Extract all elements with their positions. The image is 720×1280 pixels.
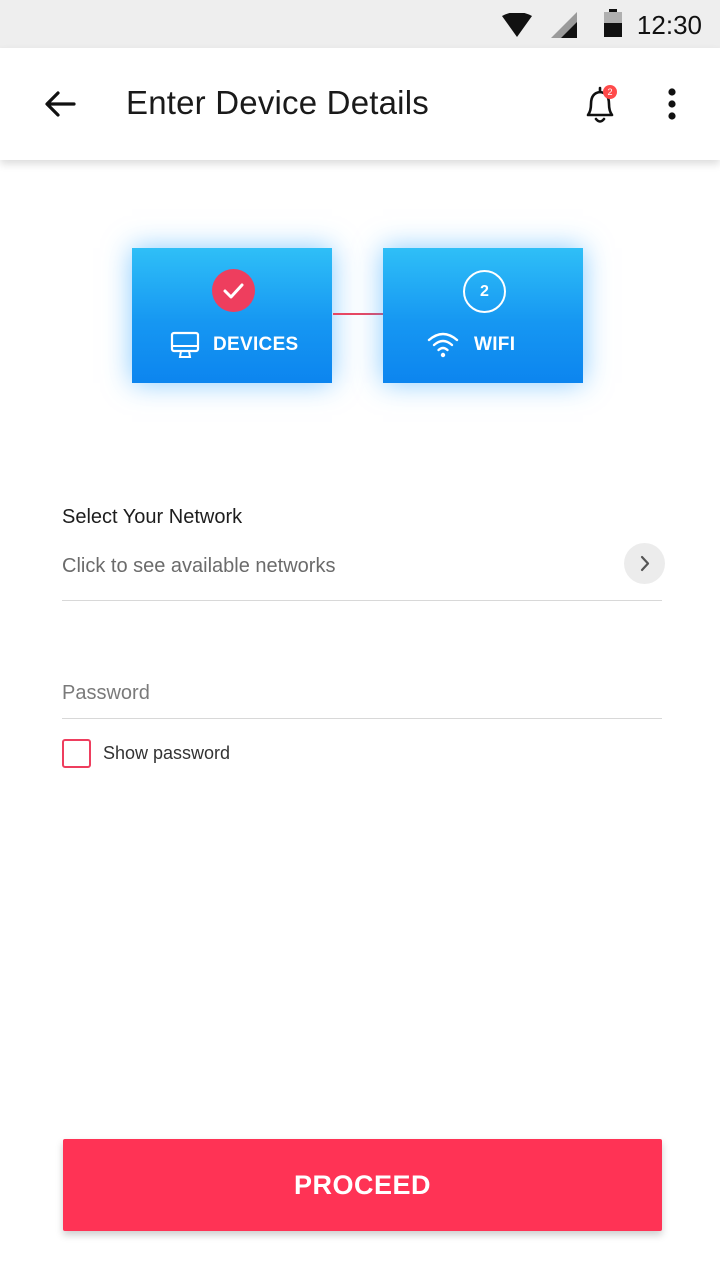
page-title: Enter Device Details xyxy=(126,84,429,121)
step-complete-check xyxy=(212,269,255,312)
check-icon xyxy=(223,283,244,299)
notification-badge: 2 xyxy=(603,85,617,99)
step-devices-label: DEVICES xyxy=(213,334,299,355)
battery-icon xyxy=(604,9,622,37)
step-wifi[interactable]: 2 WIFI xyxy=(383,248,583,383)
app-bar: Enter Device Details 2 xyxy=(0,48,720,160)
status-bar: 12:30 xyxy=(0,0,720,48)
wifi-signal-icon xyxy=(502,13,532,37)
back-arrow-icon[interactable] xyxy=(40,84,80,124)
step-number: 2 xyxy=(463,270,506,313)
step-connector xyxy=(333,313,383,315)
network-select[interactable]: Click to see available networks xyxy=(62,543,665,601)
show-password-label[interactable]: Show password xyxy=(103,743,230,764)
wifi-icon xyxy=(427,332,459,358)
step-wifi-label: WIFI xyxy=(474,334,516,355)
clock: 12:30 xyxy=(636,10,702,40)
network-prompt: Click to see available networks xyxy=(62,555,336,577)
proceed-button[interactable]: PROCEED xyxy=(63,1139,662,1231)
show-password-checkbox[interactable] xyxy=(62,739,91,768)
monitor-icon xyxy=(170,331,200,358)
password-field[interactable] xyxy=(62,668,662,719)
cell-signal-icon xyxy=(551,12,577,38)
step-devices[interactable]: DEVICES xyxy=(132,248,332,383)
more-options-icon[interactable] xyxy=(656,84,688,124)
chevron-right-icon[interactable] xyxy=(624,543,665,584)
network-label: Select Your Network xyxy=(62,506,243,528)
